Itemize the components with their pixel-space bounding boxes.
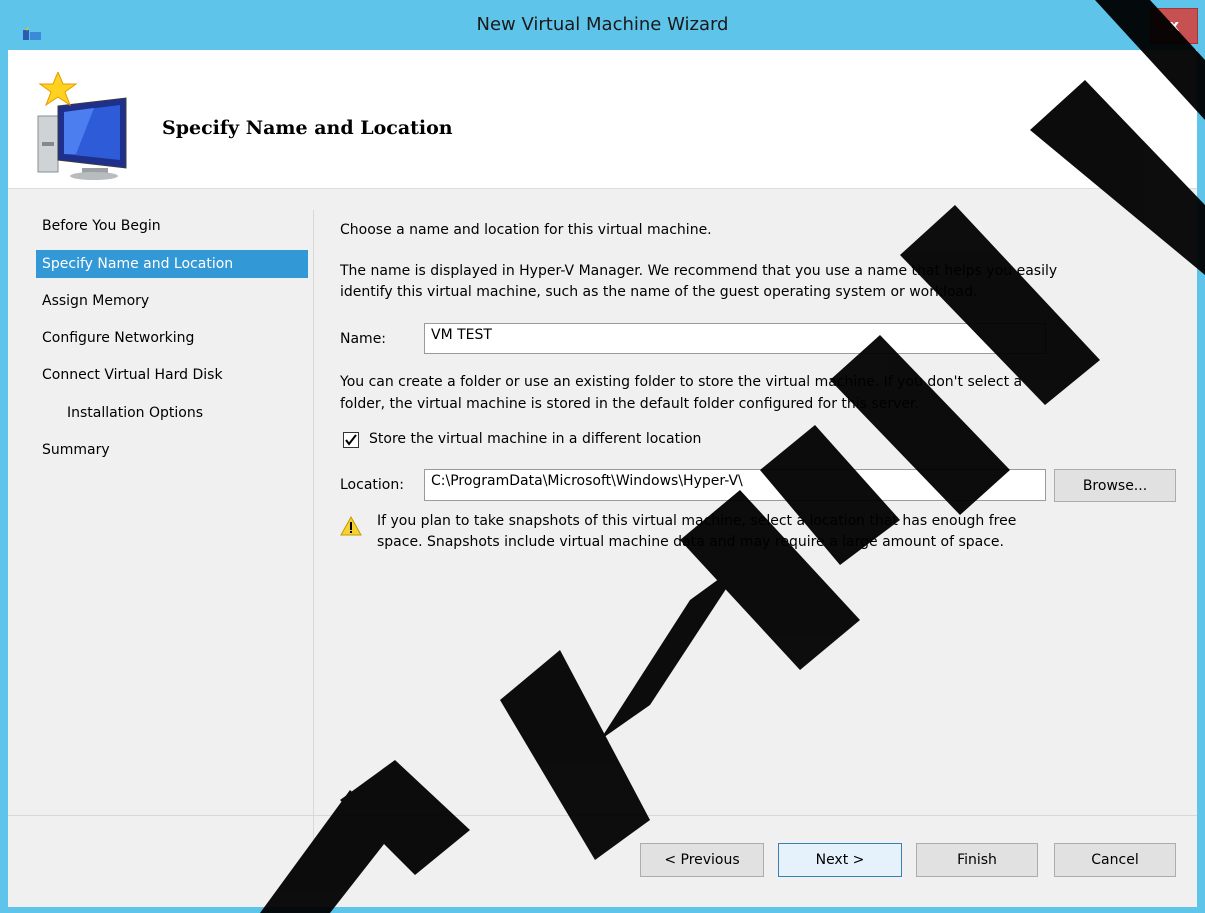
- description-line-2: identify this virtual machine, such as t…: [340, 284, 978, 300]
- previous-button[interactable]: < Previous: [640, 843, 764, 877]
- wizard-window: New Virtual Machine Wizard x Specify Nam…: [0, 0, 1205, 913]
- location-input[interactable]: C:\ProgramData\Microsoft\Windows\Hyper-V…: [424, 469, 1046, 501]
- page-title: Specify Name and Location: [162, 117, 453, 139]
- nav-item-assign-memory[interactable]: Assign Memory: [36, 287, 308, 315]
- checkmark-icon: [345, 434, 357, 446]
- name-input[interactable]: VM TEST: [424, 323, 1046, 354]
- nav-item-configure-networking[interactable]: Configure Networking: [36, 324, 308, 352]
- name-label: Name:: [340, 331, 387, 347]
- window-title: New Virtual Machine Wizard: [476, 14, 729, 35]
- browse-button[interactable]: Browse...: [1054, 469, 1176, 502]
- nav-item-before-you-begin[interactable]: Before You Begin: [36, 212, 308, 240]
- location-label: Location:: [340, 477, 404, 493]
- title-bar[interactable]: New Virtual Machine Wizard x: [0, 0, 1205, 50]
- cancel-button[interactable]: Cancel: [1054, 843, 1176, 877]
- nav-divider: [313, 210, 314, 850]
- wizard-header: Specify Name and Location: [8, 50, 1197, 189]
- store-location-checkbox[interactable]: [343, 432, 359, 448]
- nav-item-connect-virtual-hard-disk[interactable]: Connect Virtual Hard Disk: [36, 361, 308, 389]
- nav-item-summary[interactable]: Summary: [36, 436, 308, 464]
- store-location-label[interactable]: Store the virtual machine in a different…: [369, 431, 701, 447]
- wizard-content: Specify Name and Location Before You Beg…: [8, 50, 1197, 907]
- nav-item-installation-options[interactable]: Installation Options: [36, 399, 308, 427]
- new-virtual-machine-icon: [37, 72, 127, 180]
- folder-description-line-2: folder, the virtual machine is stored in…: [340, 396, 919, 412]
- folder-description-line-1: You can create a folder or use an existi…: [340, 374, 1023, 390]
- intro-text: Choose a name and location for this virt…: [340, 222, 712, 238]
- footer-divider: [8, 815, 1197, 816]
- warning-line-2: space. Snapshots include virtual machine…: [377, 534, 1004, 550]
- nav-item-specify-name-and-location[interactable]: Specify Name and Location: [36, 250, 308, 278]
- next-button[interactable]: Next >: [778, 843, 902, 877]
- close-button[interactable]: x: [1150, 8, 1198, 44]
- warning-line-1: If you plan to take snapshots of this vi…: [377, 513, 1017, 529]
- warning-icon: [340, 516, 362, 536]
- description-line-1: The name is displayed in Hyper-V Manager…: [340, 263, 1058, 279]
- finish-button[interactable]: Finish: [916, 843, 1038, 877]
